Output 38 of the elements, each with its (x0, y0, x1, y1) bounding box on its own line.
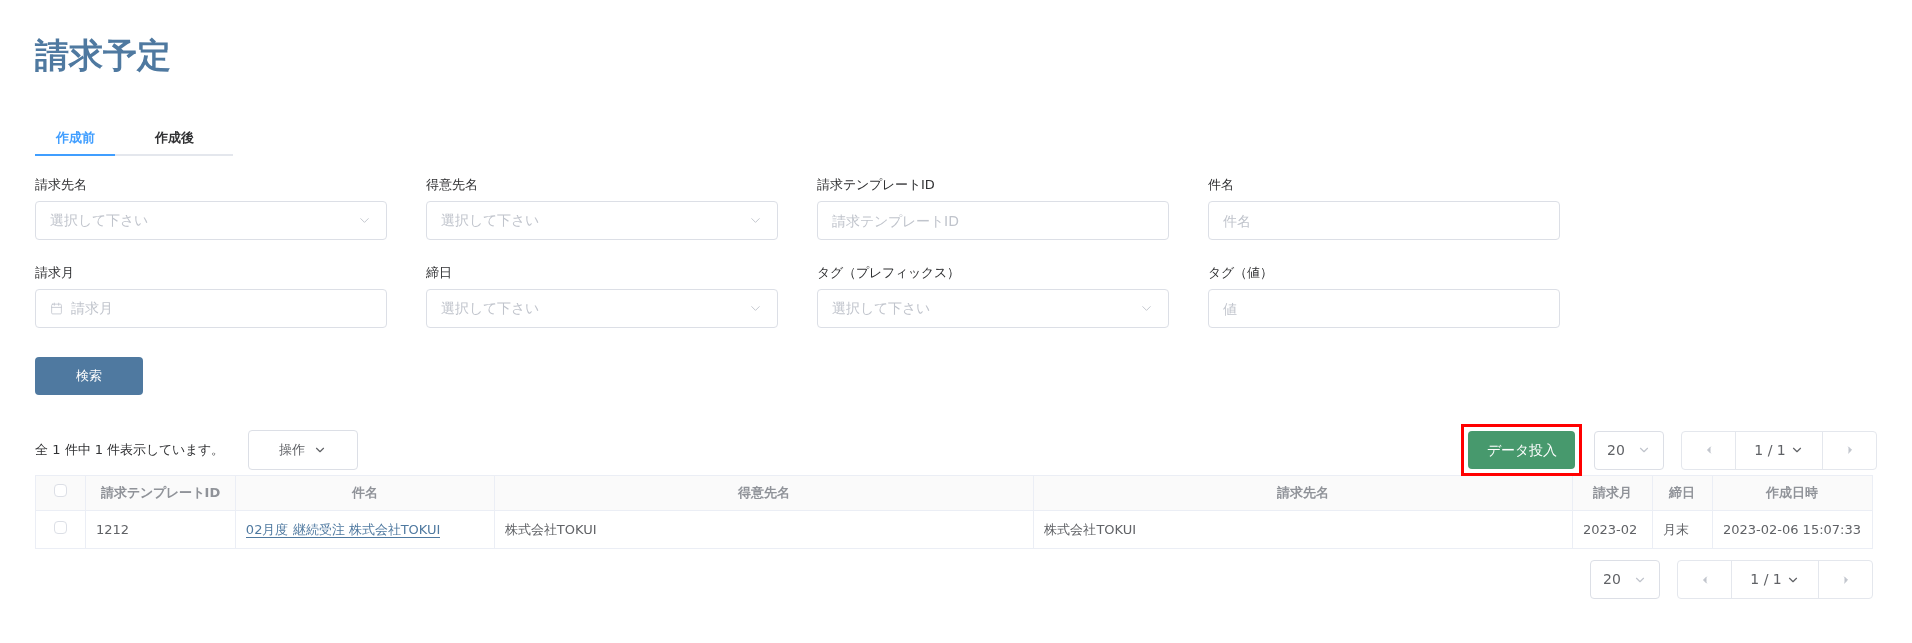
data-import-button[interactable]: データ投入 (1468, 431, 1575, 469)
tab[interactable]: 作成後 (115, 122, 233, 156)
column-header: 件名 (235, 475, 495, 511)
column-header: 請求テンプレートID (85, 475, 236, 511)
field-label: 得意先名 (426, 176, 479, 194)
page-title: 請求予定 (35, 34, 172, 77)
page-select[interactable]: 1 / 1 (1736, 431, 1822, 469)
page-size-select[interactable]: 20 (1594, 430, 1664, 470)
page-size-select[interactable]: 20 (1590, 560, 1660, 599)
search-button[interactable]: 検索 (35, 357, 143, 395)
column-header: 請求月 (1572, 475, 1653, 511)
field-label: タグ（値） (1208, 264, 1274, 282)
table-cell: 1212 (95, 521, 130, 537)
tab[interactable]: 作成前 (35, 122, 115, 156)
calendar-icon (50, 302, 63, 315)
page-select[interactable]: 1 / 1 (1732, 561, 1818, 598)
field-label: 件名 (1208, 176, 1235, 194)
field-label: 請求テンプレートID (817, 176, 936, 194)
field-label: 請求先名 (35, 176, 88, 194)
result-count: 全 1 件中 1 件表示しています。 (35, 441, 225, 460)
table-cell: 株式会社TOKUI (504, 521, 597, 537)
table-cell: 月末 (1662, 521, 1689, 537)
column-header: 作成日時 (1712, 475, 1873, 511)
checkbox[interactable] (53, 484, 67, 498)
actions-button[interactable]: 操作 (248, 430, 359, 470)
table-cell: 2023-02 (1582, 521, 1638, 537)
column-header: 得意先名 (494, 475, 1034, 511)
input-field[interactable]: 件名 (1208, 201, 1560, 240)
column-header: 請求先名 (1033, 475, 1573, 511)
field-label: 締日 (426, 264, 453, 282)
field-label: タグ（プレフィックス） (817, 264, 961, 282)
table-cell: 株式会社TOKUI (1044, 521, 1137, 537)
table-cell: 2023-02-06 15:07:33 (1722, 521, 1861, 537)
field-label: 請求月 (35, 264, 75, 282)
input-field[interactable]: 値 (1208, 289, 1560, 328)
checkbox[interactable] (53, 520, 67, 534)
column-header: 締日 (1652, 475, 1713, 511)
input-field[interactable]: 請求テンプレートID (817, 201, 1169, 240)
